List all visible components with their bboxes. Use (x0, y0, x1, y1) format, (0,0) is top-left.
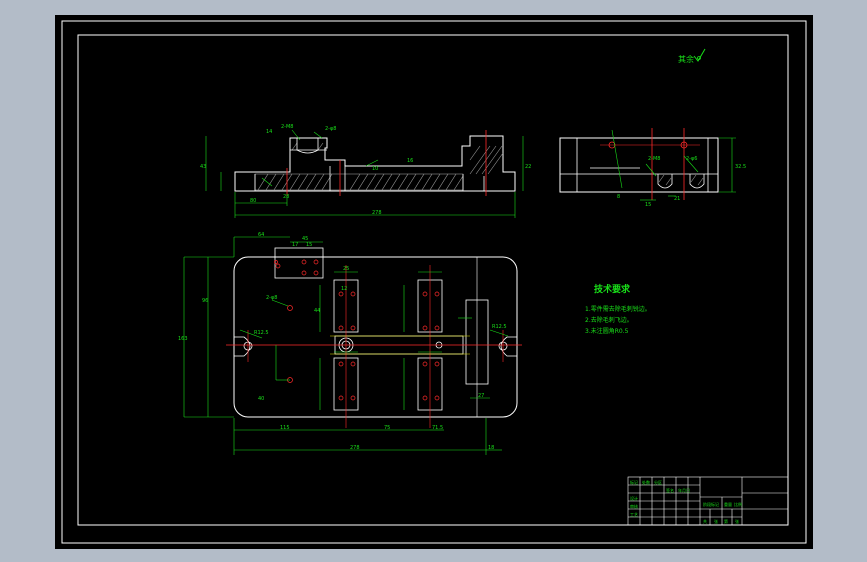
tech-requirement-3: 3.未注圆角R0.5 (585, 327, 629, 335)
top-slot-note-right: R12.5 (492, 324, 507, 330)
top-dim-115: 115 (280, 425, 290, 431)
top-inner-height: 96 (202, 298, 208, 304)
top-dim-18: 18 (488, 445, 494, 451)
front-label-14: 14 (266, 129, 272, 135)
tb-row-2: 分区 (654, 479, 662, 485)
top-dim-27: 27 (478, 393, 484, 399)
tb-col-3: 重量 (724, 501, 732, 507)
tb-row-5: 工艺 (630, 512, 638, 517)
front-hole-note-right: 2-φ8 (325, 126, 336, 132)
top-slot-note-left: R12.5 (254, 330, 269, 336)
top-overall-length: 278 (350, 445, 360, 451)
side-bottom-dim-a: 8 (617, 194, 620, 200)
top-dim-75: 75 (384, 425, 390, 431)
tb-col-4: 比例 (734, 501, 742, 507)
side-bottom-dim-b: 15 (645, 202, 651, 208)
front-left-height: 43 (200, 164, 206, 170)
top-dim-40: 40 (258, 396, 264, 402)
tb-bottom-2: 第 (724, 518, 728, 524)
front-label-16: 16 (407, 158, 413, 164)
top-dim-25: 25 (343, 266, 349, 272)
top-dim-15: 15 (306, 242, 312, 248)
top-dim-64: 64 (258, 232, 264, 238)
tb-row-4: 审核 (630, 503, 638, 509)
top-dim-44: 44 (314, 308, 320, 314)
side-hole-note-b: 2-φ6 (686, 156, 697, 162)
tb-row-1: 处数 (642, 479, 650, 485)
roughness-note: 其余 (678, 54, 694, 64)
tech-requirements-title: 技术要求 (594, 283, 631, 295)
top-dim-71-5: 71.5 (432, 425, 443, 431)
side-bottom-dim-c: 21 (674, 196, 680, 202)
tb-bottom-3: 张 (735, 518, 739, 524)
front-label-10: 10 (372, 166, 378, 172)
tb-col-0: 签名 (666, 487, 674, 493)
tb-col-2: 阶段标记 (703, 501, 719, 507)
tech-requirement-2: 2.去除毛刺飞边。 (585, 316, 633, 324)
tb-bottom-0: 共 (703, 518, 707, 524)
tb-row-3: 设计 (630, 495, 638, 501)
drawing-paper (55, 15, 813, 549)
side-hole-note-a: 2-M8 (648, 156, 660, 162)
top-dim-12: 12 (341, 286, 347, 292)
top-overall-height: 163 (178, 336, 188, 342)
tb-row-0: 标记 (630, 479, 638, 485)
cad-drawing: 其余 278 80 28 43 14 10 16 22 2-M8 2-φ8 32… (55, 15, 813, 549)
front-hole-note-left: 2-M8 (281, 124, 293, 130)
top-hole-note: 2-φ8 (266, 295, 277, 301)
side-height-dim: 32.5 (735, 164, 746, 170)
top-dim-17: 17 (292, 242, 298, 248)
tb-bottom-1: 张 (714, 518, 718, 524)
front-label-22: 22 (525, 164, 531, 170)
front-small-dim: 28 (283, 194, 289, 200)
tech-requirement-1: 1.零件需去除毛刺锐边。 (585, 305, 651, 313)
tb-col-1: 年月日 (678, 487, 690, 493)
front-base-length: 80 (250, 198, 256, 204)
front-overall-length: 278 (372, 210, 382, 216)
